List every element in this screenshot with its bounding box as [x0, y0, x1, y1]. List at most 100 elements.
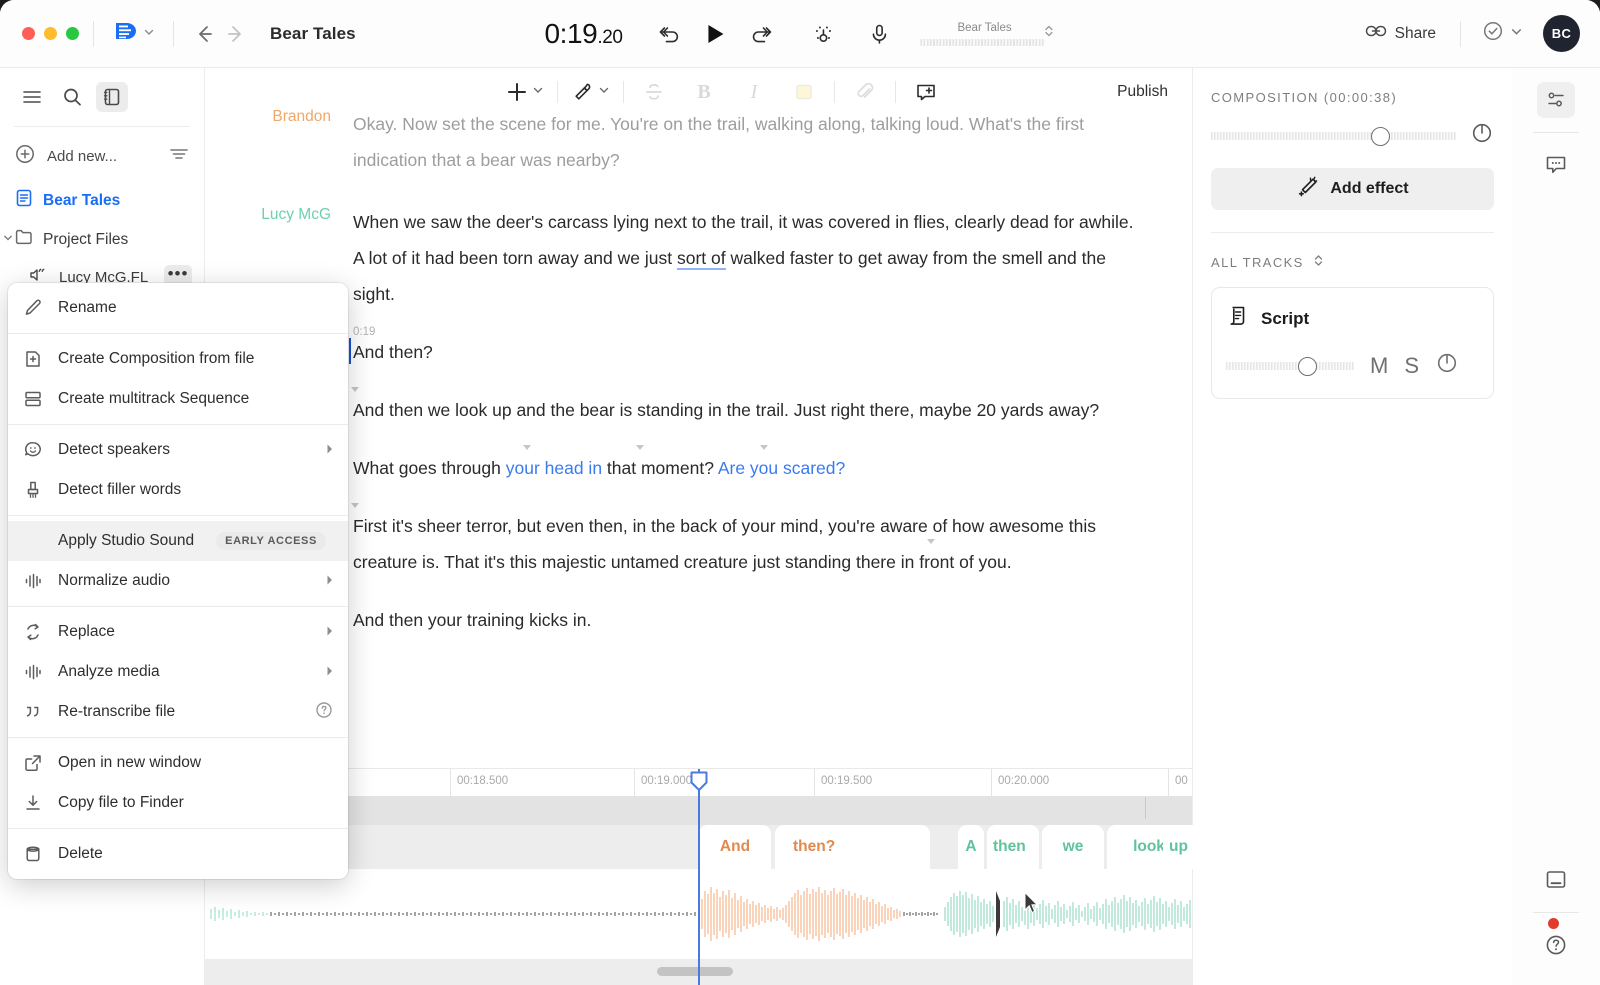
external-link-icon [22, 753, 44, 773]
slider-knob[interactable] [1298, 357, 1317, 376]
menu-icon[interactable] [16, 82, 48, 112]
layout-panel-icon[interactable] [1537, 862, 1575, 898]
italic-icon[interactable]: I [737, 75, 771, 109]
audio-clip[interactable] [942, 869, 1192, 959]
transcript-paragraph[interactable]: What goes through your head in that mome… [205, 450, 1184, 486]
transcript-body[interactable]: Brandon Okay. Now set the scene for me. … [205, 106, 1192, 638]
add-new-button[interactable]: Add new... [0, 135, 204, 177]
publish-button[interactable]: Publish [1117, 83, 1168, 101]
all-tracks-selector[interactable]: ALL TRACKS [1193, 233, 1512, 271]
attachment-icon[interactable] [848, 75, 882, 109]
menu-item-delete[interactable]: Delete [8, 834, 348, 874]
menu-item-create-multitrack[interactable]: Create multitrack Sequence [8, 379, 348, 419]
transcript-paragraph[interactable]: And then your training kicks in. [205, 602, 1184, 638]
waveform-graphic [699, 869, 940, 959]
help-icon[interactable] [1537, 927, 1575, 963]
word-chip[interactable]: up [1163, 825, 1215, 869]
recording-selector[interactable]: Bear Tales [921, 22, 1049, 46]
timer-icon[interactable] [1435, 351, 1459, 380]
audio-clip[interactable] [699, 869, 940, 959]
word-chip[interactable]: And [699, 825, 771, 869]
menu-item-re-transcribe-file[interactable]: Re-transcribe file [8, 692, 348, 732]
chevron-down-icon [532, 83, 544, 101]
menu-item-normalize-audio[interactable]: Normalize audio [8, 561, 348, 601]
paragraph-text[interactable]: First it's sheer terror, but even then, … [353, 508, 1143, 580]
menu-item-create-composition[interactable]: Create Composition from file [8, 339, 348, 379]
transcript-paragraph[interactable]: 0:19 And then? [205, 334, 1184, 370]
paragraph-text[interactable]: 0:19 And then? [353, 334, 433, 370]
forward-arrow-icon[interactable] [224, 22, 248, 46]
paragraph-text[interactable]: What goes through your head in that mome… [353, 450, 845, 486]
menu-item-label: Delete [58, 845, 103, 863]
close-window-button[interactable] [22, 27, 35, 40]
paragraph-text[interactable]: And then we look up and the bear is stan… [353, 392, 1099, 428]
paragraph-text[interactable]: Okay. Now set the scene for me. You're o… [353, 106, 1143, 178]
word-chip[interactable]: we [1042, 825, 1104, 869]
paragraph-text[interactable]: When we saw the deer's carcass lying nex… [353, 204, 1143, 312]
suggested-edit-text[interactable]: sort of [677, 248, 726, 270]
transcript-paragraph[interactable]: Lucy McG When we saw the deer's carcass … [205, 204, 1184, 312]
file-context-menu[interactable]: Rename Create Composition from file Crea… [8, 283, 348, 879]
menu-item-detect-filler-words[interactable]: Detect filler words [8, 470, 348, 510]
menu-item-apply-studio-sound[interactable]: Apply Studio Sound EARLY ACCESS [8, 521, 348, 561]
transcript-paragraph[interactable]: Brandon Okay. Now set the scene for me. … [205, 106, 1184, 178]
maximize-window-button[interactable] [66, 27, 79, 40]
avatar[interactable]: BC [1543, 15, 1580, 52]
composition-panel: COMPOSITION (00:00:38) Add effect ALL [1192, 68, 1512, 985]
menu-item-detect-speakers[interactable]: Detect speakers [8, 430, 348, 470]
timer-icon[interactable] [1470, 121, 1494, 150]
track-solo-button[interactable]: S [1404, 353, 1419, 379]
word-chip[interactable]: then [987, 825, 1039, 869]
track-mute-button[interactable]: M [1370, 353, 1388, 379]
playhead[interactable] [698, 769, 700, 985]
comment-icon[interactable] [1537, 147, 1575, 183]
sidebar-item-bear-tales[interactable]: Bear Tales [0, 181, 204, 220]
add-comment-icon[interactable] [909, 75, 943, 109]
audio-clip[interactable] [205, 869, 699, 959]
strikethrough-icon[interactable] [637, 75, 671, 109]
composition-volume-slider[interactable] [1211, 129, 1456, 143]
insert-button[interactable] [505, 75, 544, 109]
track-volume-slider[interactable] [1226, 359, 1354, 373]
linked-text[interactable]: Are you scared? [718, 458, 845, 478]
menu-item-copy-file-to-finder[interactable]: Copy file to Finder [8, 783, 348, 823]
chevron-down-icon[interactable] [2, 232, 14, 247]
status-check-button[interactable] [1475, 13, 1529, 54]
linked-text[interactable]: your head in [506, 458, 602, 478]
search-icon[interactable] [56, 82, 88, 112]
sidebar-item-project-files[interactable]: Project Files [0, 220, 204, 259]
audio-settings-icon[interactable] [801, 15, 847, 53]
properties-icon[interactable] [1537, 82, 1575, 118]
menu-item-rename[interactable]: Rename [8, 288, 348, 328]
play-icon[interactable] [693, 15, 739, 53]
word-chip[interactable]: then? [775, 825, 930, 869]
magic-tools-button[interactable] [571, 75, 610, 109]
bold-icon[interactable]: B [687, 75, 721, 109]
minimize-window-button[interactable] [44, 27, 57, 40]
track-card-script[interactable]: Script M S [1211, 287, 1494, 399]
timeline[interactable]: 00:18.500 00:19.000 00:19.500 00:20.000 … [205, 768, 1192, 985]
microphone-icon[interactable] [857, 15, 903, 53]
notebook-icon[interactable] [96, 82, 128, 112]
menu-item-open-in-new-window[interactable]: Open in new window [8, 743, 348, 783]
help-icon[interactable] [314, 700, 334, 725]
descript-logo-button[interactable] [108, 14, 159, 53]
share-button[interactable]: Share [1355, 16, 1446, 51]
chevron-updown-icon[interactable] [1043, 23, 1056, 44]
back-arrow-icon[interactable] [192, 22, 216, 46]
ruler-tick [814, 769, 815, 797]
transcript-paragraph[interactable]: And then we look up and the bear is stan… [205, 392, 1184, 428]
menu-item-analyze-media[interactable]: Analyze media [8, 652, 348, 692]
redo-icon[interactable] [739, 15, 785, 53]
speaker-label[interactable]: Brandon [205, 106, 353, 178]
undo-icon[interactable] [647, 15, 693, 53]
word-chip[interactable]: A [958, 825, 984, 869]
highlight-icon[interactable] [787, 75, 821, 109]
filter-icon[interactable] [168, 144, 190, 168]
scrollbar-thumb[interactable] [657, 967, 733, 976]
transcript-paragraph[interactable]: First it's sheer terror, but even then, … [205, 508, 1184, 580]
add-effect-button[interactable]: Add effect [1211, 168, 1494, 210]
playhead-handle[interactable] [689, 771, 709, 791]
slider-knob[interactable] [1371, 127, 1390, 146]
menu-item-replace[interactable]: Replace [8, 612, 348, 652]
